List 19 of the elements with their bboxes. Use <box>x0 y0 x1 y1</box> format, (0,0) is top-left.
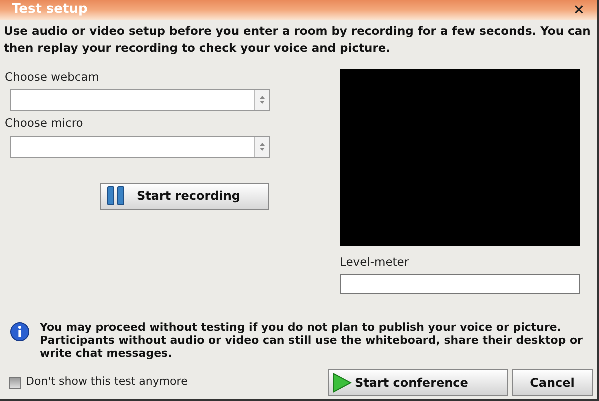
webcam-select[interactable] <box>10 89 270 112</box>
webcam-label: Choose webcam <box>5 69 100 86</box>
micro-label: Choose micro <box>5 115 84 132</box>
start-recording-button[interactable]: Start recording <box>100 182 269 210</box>
close-button[interactable]: × <box>573 3 585 17</box>
intro-text: Use audio or video setup before you enter a room by recording for a few seconds. You can then replay your recording to check your voice and picture. <box>3 23 592 57</box>
pause-icon <box>107 186 125 206</box>
info-icon <box>10 322 30 342</box>
level-meter-label: Level-meter <box>340 254 410 271</box>
spinner-icon <box>254 136 269 156</box>
info-text: You may proceed without testing if you do not plan to publish your voice or picture. Participants without audio or video can still use the whiteboard, share their desktop or write chat messages. <box>40 321 584 360</box>
play-icon <box>332 372 352 392</box>
cancel-button[interactable]: Cancel <box>512 369 593 396</box>
dont-show-checkbox[interactable] <box>9 376 21 388</box>
spinner-icon <box>254 90 269 110</box>
dont-show-label: Don't show this test anymore <box>26 374 188 390</box>
window-title: Test setup <box>12 1 88 20</box>
micro-select[interactable] <box>10 136 270 158</box>
start-conference-button[interactable]: Start conference <box>328 369 508 396</box>
